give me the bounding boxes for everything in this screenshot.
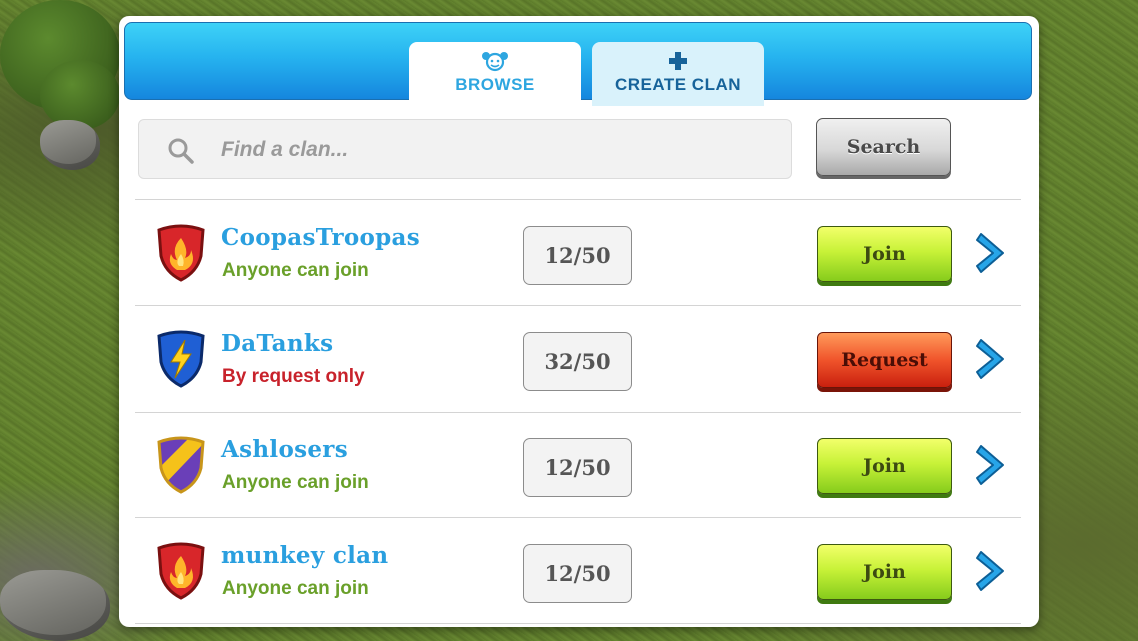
tab-create-clan[interactable]: CREATE CLAN — [592, 42, 764, 106]
clan-join-status: Anyone can join — [222, 472, 369, 493]
chevron-right-icon[interactable] — [973, 442, 1009, 488]
join-button[interactable]: Join — [817, 226, 952, 282]
fire-shield-icon — [157, 224, 205, 282]
face-icon — [482, 52, 508, 72]
clan-name: CoopasTroopas — [221, 224, 420, 251]
plus-icon — [669, 52, 687, 70]
background-bush — [40, 60, 120, 130]
clan-panel: BROWSE CREATE CLAN Search CoopasTroopas … — [119, 16, 1039, 627]
clan-row[interactable]: munkey clan Anyone can join 12/50 Join — [135, 518, 1021, 624]
tab-bar: BROWSE CREATE CLAN — [124, 22, 1032, 106]
clan-row[interactable]: Ashlosers Anyone can join 12/50 Join — [135, 412, 1021, 518]
search-input[interactable] — [219, 130, 763, 170]
join-button[interactable]: Join — [817, 544, 952, 600]
clan-name: DaTanks — [221, 330, 334, 357]
striped-shield-icon — [157, 436, 205, 494]
clan-name: munkey clan — [221, 542, 389, 569]
tab-create-clan-label: CREATE CLAN — [614, 75, 742, 94]
lightning-shield-icon — [157, 330, 205, 388]
background-rock — [40, 120, 100, 170]
tab-browse-label: BROWSE — [455, 75, 535, 94]
divider — [135, 623, 1021, 624]
clan-join-status: Anyone can join — [222, 260, 369, 281]
member-count: 12/50 — [523, 226, 632, 285]
member-count: 12/50 — [523, 544, 632, 603]
search-field[interactable] — [138, 119, 792, 179]
search-button[interactable]: Search — [816, 118, 951, 176]
background-rock — [0, 570, 110, 641]
chevron-right-icon[interactable] — [973, 230, 1009, 276]
search-icon — [168, 138, 194, 164]
clan-row[interactable]: CoopasTroopas Anyone can join 12/50 Join — [135, 200, 1021, 306]
chevron-right-icon[interactable] — [973, 548, 1009, 594]
join-button[interactable]: Join — [817, 438, 952, 494]
chevron-right-icon[interactable] — [973, 336, 1009, 382]
member-count: 32/50 — [523, 332, 632, 391]
fire-shield-icon — [157, 542, 205, 600]
clan-name: Ashlosers — [221, 436, 348, 463]
member-count: 12/50 — [523, 438, 632, 497]
tab-browse[interactable]: BROWSE — [409, 42, 581, 106]
request-button[interactable]: Request — [817, 332, 952, 388]
clan-join-status: By request only — [222, 366, 365, 387]
clan-row[interactable]: DaTanks By request only 32/50 Request — [135, 306, 1021, 412]
clan-join-status: Anyone can join — [222, 578, 369, 599]
